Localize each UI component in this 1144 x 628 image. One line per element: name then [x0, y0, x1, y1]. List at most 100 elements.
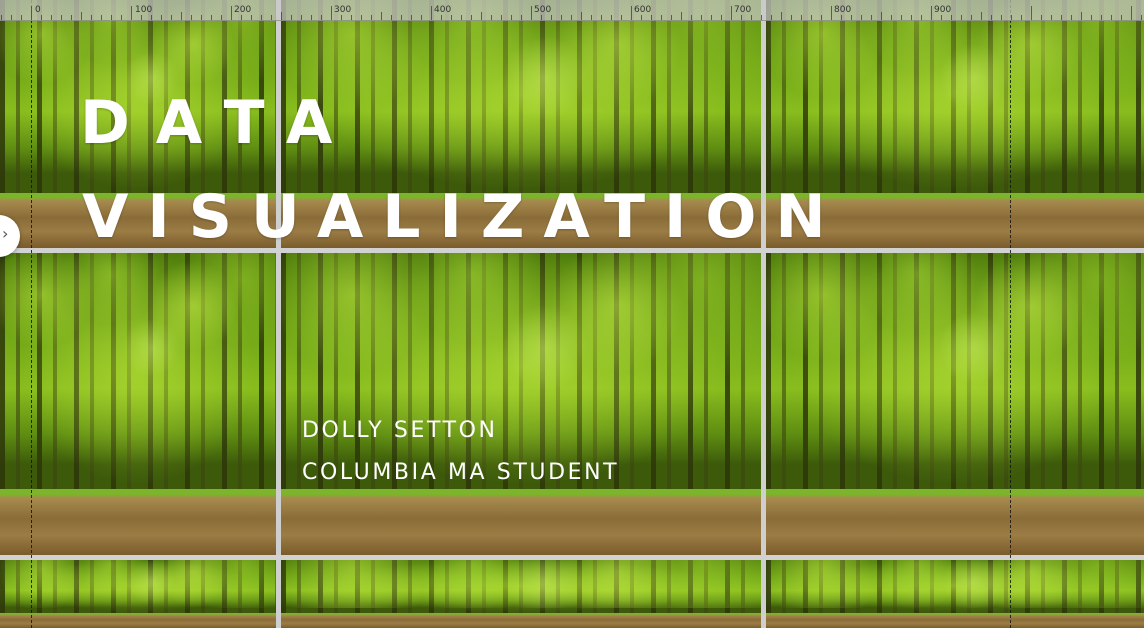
ruler-tick [931, 6, 932, 20]
ruler-tick [221, 15, 222, 20]
author-affiliation[interactable]: COLUMBIA MA STUDENT [302, 462, 619, 484]
ruler-tick [941, 15, 942, 20]
ruler-label: 500 [534, 5, 552, 15]
ruler-tick [571, 15, 572, 20]
tile-seam-horizontal [0, 555, 1144, 560]
ruler-tick [1041, 15, 1042, 20]
ruler-tick [841, 15, 842, 20]
ruler-tick [281, 12, 282, 20]
ruler-tick [471, 15, 472, 20]
ruler-tick [1101, 15, 1102, 20]
ruler-tick [771, 15, 772, 20]
ruler-tick [1141, 15, 1142, 20]
ruler-tick [951, 15, 952, 20]
ruler-tick [511, 15, 512, 20]
ruler-tick [71, 15, 72, 20]
ruler-tick [861, 15, 862, 20]
ruler-tick [401, 15, 402, 20]
ruler-tick [451, 15, 452, 20]
ruler-label: 700 [734, 5, 752, 15]
ruler-tick [381, 12, 382, 20]
ruler-tick [371, 15, 372, 20]
ruler-tick [351, 15, 352, 20]
ruler-tick [311, 15, 312, 20]
ruler-tick [1011, 15, 1012, 20]
ruler-label: 400 [434, 5, 452, 15]
top-ruler[interactable]: 0 100 200 300 400 500 600 700 800 900 [0, 0, 1144, 21]
ruler-tick [191, 15, 192, 20]
ruler-tick [891, 15, 892, 20]
slide-title-line-2[interactable]: VISUALIZATION [82, 187, 845, 247]
ruler-tick [661, 15, 662, 20]
ruler-tick [821, 15, 822, 20]
ruler-tick [61, 15, 62, 20]
ruler-tick [621, 15, 622, 20]
ruler-tick [391, 15, 392, 20]
ruler-tick [691, 15, 692, 20]
ruler-tick [701, 15, 702, 20]
ruler-tick [1061, 15, 1062, 20]
ruler-tick [91, 15, 92, 20]
ruler-tick [101, 15, 102, 20]
ruler-tick [1111, 15, 1112, 20]
ruler-tick [181, 12, 182, 20]
ruler-tick [1031, 6, 1032, 20]
ruler-tick [481, 12, 482, 20]
ruler-tick [291, 15, 292, 20]
slide-title-line-1[interactable]: DATA [80, 93, 358, 153]
ruler-tick [971, 15, 972, 20]
photo-tile [281, 560, 761, 628]
ruler-tick [541, 15, 542, 20]
ruler-label: 100 [135, 5, 153, 15]
ruler-tick [641, 15, 642, 20]
ruler-tick [171, 15, 172, 20]
ruler-tick [751, 15, 752, 20]
margin-guide-right[interactable] [1010, 0, 1011, 628]
ruler-tick [591, 15, 592, 20]
ruler-label: 200 [234, 5, 252, 15]
ruler-tick [261, 15, 262, 20]
ruler-tick [161, 15, 162, 20]
ruler-tick [561, 15, 562, 20]
margin-guide-left[interactable] [31, 0, 32, 628]
ruler-tick [1091, 15, 1092, 20]
ruler-tick [121, 15, 122, 20]
ruler-tick [1081, 12, 1082, 20]
ruler-tick [851, 15, 852, 20]
ruler-tick [961, 15, 962, 20]
ruler-tick [761, 15, 762, 20]
ruler-tick [331, 6, 332, 20]
ruler-tick [421, 15, 422, 20]
ruler-tick [551, 15, 552, 20]
ruler-tick [271, 15, 272, 20]
ruler-tick [791, 15, 792, 20]
ruler-tick [1051, 15, 1052, 20]
ruler-tick [431, 6, 432, 20]
ruler-tick [111, 15, 112, 20]
ruler-tick [1001, 15, 1002, 20]
photo-tile [766, 253, 1144, 555]
chevron-right-icon: › [2, 224, 9, 243]
author-name[interactable]: DOLLY SETTON [302, 420, 498, 442]
ruler-tick [131, 6, 132, 20]
ruler-tick [881, 12, 882, 20]
ruler-label: 0 [35, 5, 41, 15]
ruler-tick [521, 15, 522, 20]
ruler-tick [461, 15, 462, 20]
photo-tile [766, 560, 1144, 628]
ruler-tick [711, 15, 712, 20]
ruler-tick [831, 6, 832, 20]
ruler-label: 900 [934, 5, 952, 15]
ruler-tick [81, 12, 82, 20]
ruler-tick [681, 12, 682, 20]
ruler-tick [981, 12, 982, 20]
ruler-tick [1, 15, 2, 20]
ruler-tick [251, 15, 252, 20]
ruler-tick [671, 15, 672, 20]
ruler-tick [11, 15, 12, 20]
design-canvas[interactable]: DATA VISUALIZATION DOLLY SETTON COLUMBIA… [0, 0, 1144, 628]
ruler-tick [21, 15, 22, 20]
ruler-tick [1071, 15, 1072, 20]
ruler-tick [781, 12, 782, 20]
ruler-tick [211, 15, 212, 20]
